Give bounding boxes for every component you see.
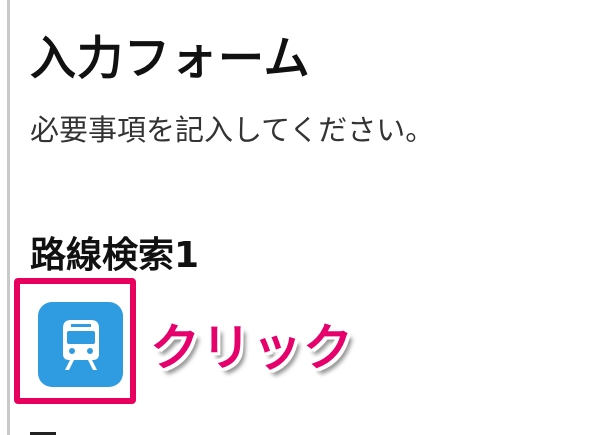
click-callout-label: クリック — [150, 319, 354, 377]
highlight-box — [14, 278, 136, 404]
route-search-button[interactable] — [38, 302, 123, 387]
form-description: 必要事項を記入してください。 — [30, 113, 435, 147]
left-border-line — [7, 0, 10, 435]
page-title: 入力フォーム — [30, 31, 311, 85]
form-page: 入力フォーム 必要事項を記入してください。 路線検索1 クリック — [0, 0, 594, 435]
train-icon — [62, 319, 99, 370]
route-search-heading: 路線検索1 — [30, 235, 200, 276]
next-section-heading-cut — [30, 420, 120, 435]
